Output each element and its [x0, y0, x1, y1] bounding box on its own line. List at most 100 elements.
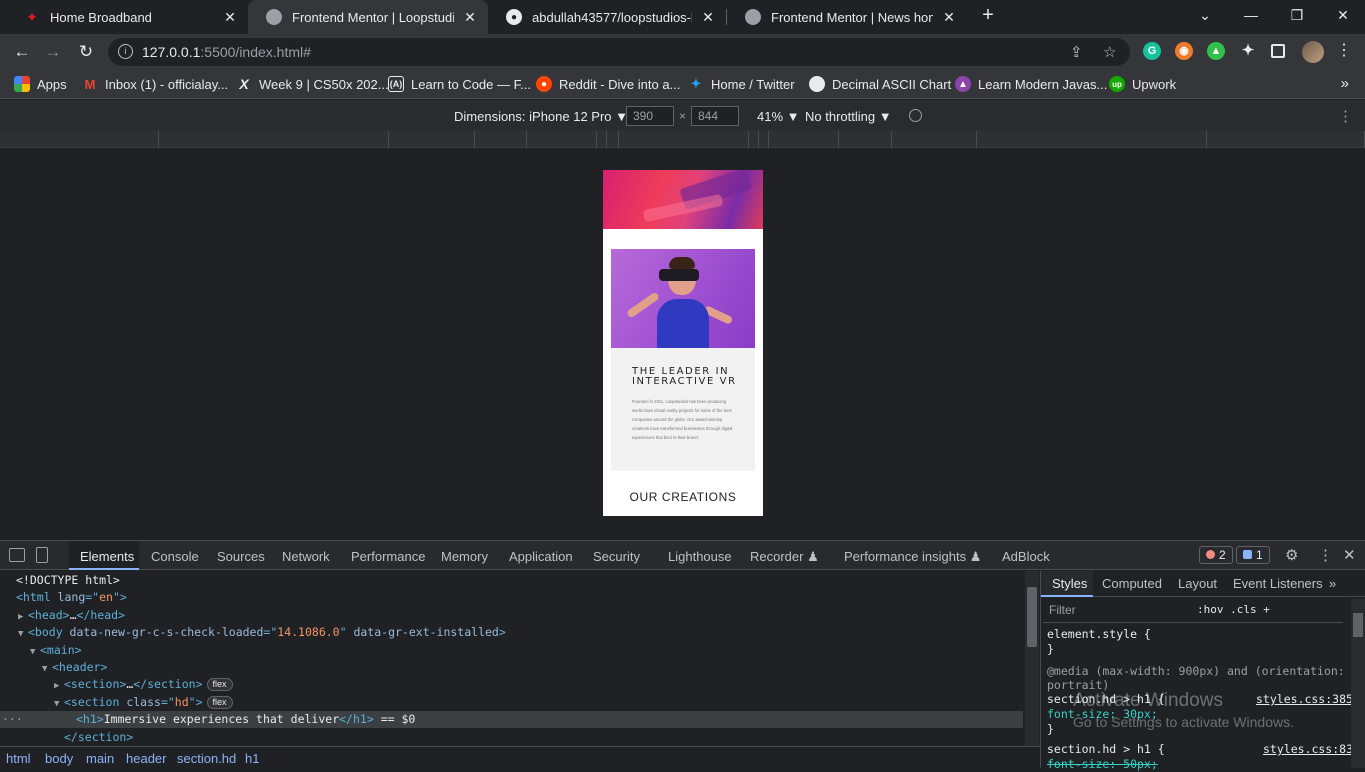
reload-button[interactable]: ↻	[73, 39, 99, 65]
source-link[interactable]: styles.css:385	[1256, 692, 1353, 706]
device-width-input[interactable]: 390	[626, 106, 674, 126]
dom-node-markup[interactable]: <h1>Immersive experiences that deliver</…	[76, 712, 415, 726]
close-tab-icon[interactable]: ✕	[222, 9, 238, 26]
bookmarks-overflow-icon[interactable]: »	[1341, 75, 1349, 92]
device-height-input[interactable]: 844	[691, 106, 739, 126]
close-window-button[interactable]: ✕	[1320, 0, 1365, 34]
dom-node-markup[interactable]: <!DOCTYPE html>	[16, 573, 120, 587]
dom-node-line[interactable]: <html lang="en">	[0, 589, 1023, 606]
tab-event-listeners[interactable]: Event Listeners	[1233, 576, 1323, 591]
tab-performance[interactable]: Performance	[351, 549, 425, 564]
dom-node-markup[interactable]: <header>	[52, 660, 107, 674]
throttling-select[interactable]: No throttling ▼	[805, 109, 892, 124]
selected-dom-node[interactable]: <h1>Immersive experiences that deliver</…	[0, 711, 1023, 729]
tab-elements[interactable]: Elements	[80, 549, 134, 564]
share-icon[interactable]: ⇪	[1070, 43, 1083, 61]
bookmark-apps[interactable]: Apps	[14, 76, 67, 92]
elements-tree[interactable]: <!DOCTYPE html> <html lang="en"> ▶ <head>…<…	[0, 571, 1023, 746]
tab-news-homepage[interactable]: Frontend Mentor | News homepa ✕	[727, 0, 967, 34]
ruler-segment[interactable]	[619, 131, 749, 148]
tab-sources[interactable]: Sources	[217, 549, 265, 564]
ruler-segment[interactable]	[527, 131, 597, 148]
bookmark-freecodecamp[interactable]: (A) Learn to Code — F...	[388, 76, 531, 92]
rss-icon[interactable]: ◉	[1175, 42, 1193, 60]
chrome-menu-icon[interactable]: ⋮	[1336, 42, 1352, 60]
restore-button[interactable]: ❐	[1274, 0, 1320, 34]
ruler-segment[interactable]	[1207, 131, 1365, 148]
tab-search-button[interactable]: ⌄	[1182, 0, 1228, 34]
bookmark-ascii-chart[interactable]: Decimal ASCII Chart	[809, 76, 951, 92]
side-panel-icon[interactable]	[1271, 44, 1285, 58]
tab-lighthouse[interactable]: Lighthouse	[668, 549, 732, 564]
bookmark-twitter[interactable]: ✦ Home / Twitter	[688, 76, 795, 92]
grammarly-icon[interactable]: G	[1143, 42, 1161, 60]
ruler-segment[interactable]	[0, 131, 159, 148]
dom-node-markup[interactable]: <main>	[40, 643, 82, 657]
flex-badge[interactable]: flex	[206, 695, 233, 709]
tab-application[interactable]: Application	[509, 549, 573, 564]
device-dimensions-select[interactable]: Dimensions: iPhone 12 Pro ▼	[454, 109, 628, 124]
bookmark-upwork[interactable]: up Upwork	[1109, 76, 1176, 92]
dom-node-markup[interactable]: <body data-new-gr-c-s-check-loaded="14.1…	[28, 625, 506, 639]
dom-node-line[interactable]: ▼ <body data-new-gr-c-s-check-loaded="14.…	[0, 624, 1023, 641]
extension-green-icon[interactable]: ▲	[1207, 42, 1225, 60]
tab-memory[interactable]: Memory	[441, 549, 488, 564]
rotate-icon[interactable]	[909, 109, 922, 122]
ruler-segment[interactable]	[769, 131, 839, 148]
url-text[interactable]: 127.0.0.1:5500/index.html#	[142, 44, 311, 60]
ruler-segment[interactable]	[597, 131, 607, 148]
dom-node-line[interactable]: ▶ <head>…</head>	[0, 607, 1023, 624]
styles-filter-input[interactable]: Filter :hov .cls +	[1043, 599, 1343, 623]
ruler-segment[interactable]	[475, 131, 527, 148]
ruler-segment[interactable]	[892, 131, 977, 148]
devtools-more-icon[interactable]: ⋮	[1318, 546, 1333, 564]
pseudo-class-toggles[interactable]: :hov .cls +	[1197, 603, 1270, 616]
address-bar[interactable]: i 127.0.0.1:5500/index.html# ⇪ ☆	[108, 38, 1130, 66]
tab-network[interactable]: Network	[282, 549, 330, 564]
site-info-icon[interactable]: i	[118, 44, 133, 59]
tab-layout[interactable]: Layout	[1178, 576, 1217, 591]
breadcrumb-main[interactable]: main	[86, 751, 114, 766]
breadcrumb-header[interactable]: header	[126, 751, 166, 766]
close-tab-icon[interactable]: ✕	[462, 9, 478, 26]
flex-badge[interactable]: flex	[206, 678, 233, 692]
ruler-segment[interactable]	[159, 131, 389, 148]
breadcrumb-h1[interactable]: h1	[245, 751, 259, 766]
node-actions-icon[interactable]: ···	[2, 711, 23, 728]
scrollbar-thumb[interactable]	[1353, 613, 1363, 637]
bookmark-star-icon[interactable]: ☆	[1103, 43, 1116, 61]
more-tabs-icon[interactable]: »	[1329, 576, 1336, 591]
dom-node-line[interactable]: </section>	[0, 729, 1023, 746]
profile-avatar[interactable]	[1302, 41, 1324, 63]
style-selector[interactable]: section.hd > h1 {	[1047, 742, 1165, 757]
breadcrumb-body[interactable]: body	[45, 751, 73, 766]
bookmark-gmail[interactable]: M Inbox (1) - officialay...	[82, 76, 229, 92]
dom-node-line[interactable]: ▼ <section class="hd"> flex	[0, 694, 1023, 711]
inspect-element-icon[interactable]	[9, 548, 25, 562]
tab-adblock[interactable]: AdBlock	[1002, 549, 1050, 564]
ruler-segment[interactable]	[977, 131, 1207, 148]
zoom-select[interactable]: 41% ▼	[757, 109, 800, 124]
tab-security[interactable]: Security	[593, 549, 640, 564]
ruler-segment[interactable]	[607, 131, 619, 148]
style-declaration[interactable]: font-size: 50px;	[1047, 757, 1158, 772]
tab-loopstudios[interactable]: Frontend Mentor | Loopstudios la ✕	[248, 0, 488, 34]
elements-scrollbar[interactable]	[1025, 571, 1039, 746]
style-rule-line[interactable]: element.style {	[1047, 627, 1151, 642]
dom-node-markup[interactable]: <head>…</head>	[28, 608, 125, 622]
bookmark-modern-js[interactable]: ▲ Learn Modern Javas...	[955, 76, 1107, 92]
dom-node-line[interactable]: ▼ <main>	[0, 642, 1023, 659]
dom-node-markup[interactable]: <section class="hd">	[64, 695, 203, 709]
dom-node-line[interactable]: ▼ <header>	[0, 659, 1023, 676]
breadcrumb-html[interactable]: html	[6, 751, 31, 766]
forward-button[interactable]: →	[40, 39, 66, 65]
dom-node-markup[interactable]: <html lang="en">	[16, 590, 127, 604]
tab-recorder[interactable]: Recorder ♟	[750, 549, 819, 565]
source-link[interactable]: styles.css:83	[1263, 742, 1353, 756]
dom-node-line[interactable]: ▶ <section>…</section> flex	[0, 676, 1023, 693]
new-tab-button[interactable]: +	[976, 4, 1000, 30]
ruler-segment[interactable]	[749, 131, 759, 148]
settings-gear-icon[interactable]: ⚙	[1285, 546, 1298, 564]
tab-computed[interactable]: Computed	[1102, 576, 1162, 591]
close-devtools-icon[interactable]: ✕	[1343, 546, 1356, 564]
